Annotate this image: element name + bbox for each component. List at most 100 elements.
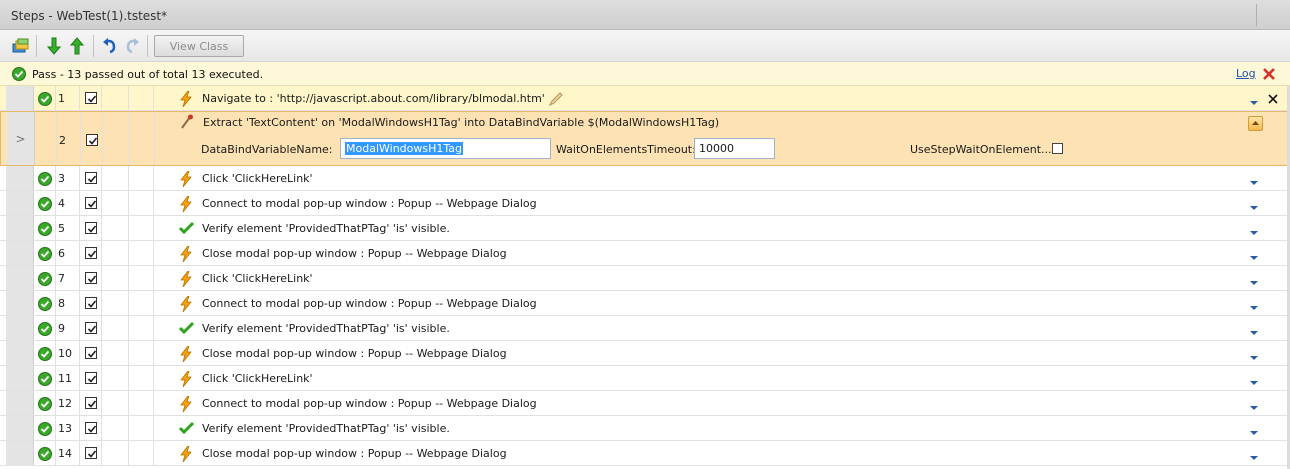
step-row[interactable]: 14 Close modal pop-up window : Popup -- W… — [0, 441, 1288, 466]
step-row[interactable]: 10 Close modal pop-up window : Popup -- W… — [0, 341, 1288, 366]
row-selector[interactable] — [6, 191, 34, 215]
step-row[interactable]: 4 Connect to modal pop-up window : Popup … — [0, 191, 1288, 216]
step-enabled-checkbox[interactable] — [85, 322, 97, 334]
lightning-icon — [179, 245, 193, 265]
layers-button[interactable] — [11, 36, 31, 56]
chevron-down-icon[interactable] — [1250, 201, 1258, 210]
lightning-icon — [179, 395, 193, 415]
lightning-icon — [179, 345, 193, 365]
window-title: Steps - WebTest(1).tstest* — [11, 9, 168, 23]
pass-icon — [38, 447, 52, 464]
step-enabled-checkbox[interactable] — [85, 297, 97, 309]
step-number: 11 — [58, 372, 72, 385]
move-up-button[interactable] — [67, 36, 87, 56]
pass-icon — [38, 297, 52, 314]
step-enabled-checkbox[interactable] — [85, 422, 97, 434]
chevron-down-icon[interactable] — [1250, 401, 1258, 410]
step-description: Verify element 'ProvidedThatPTag' 'is' v… — [202, 322, 450, 335]
column-divider — [56, 112, 57, 165]
step-enabled-checkbox[interactable] — [85, 447, 97, 459]
row-selector[interactable] — [6, 341, 34, 365]
row-selector[interactable] — [6, 241, 34, 265]
undo-button[interactable] — [100, 36, 120, 56]
chevron-down-icon[interactable] — [1250, 96, 1258, 105]
row-selector[interactable] — [6, 416, 34, 440]
column-divider — [153, 316, 154, 340]
column-divider — [101, 341, 102, 365]
toolbar-separator — [36, 35, 37, 57]
databind-variable-input[interactable]: ModalWindowsH1Tag — [340, 138, 551, 159]
chevron-down-icon[interactable] — [1250, 376, 1258, 385]
column-divider — [128, 366, 129, 390]
step-row[interactable]: 8 Connect to modal pop-up window : Popup … — [0, 291, 1288, 316]
close-icon[interactable] — [1262, 67, 1276, 81]
step-row[interactable]: 12 Connect to modal pop-up window : Popup… — [0, 391, 1288, 416]
step-row[interactable]: 3 Click 'ClickHereLink' — [0, 166, 1288, 191]
log-link[interactable]: Log — [1236, 67, 1256, 80]
step-description: Close modal pop-up window : Popup -- Web… — [202, 347, 507, 360]
step-enabled-checkbox[interactable] — [85, 397, 97, 409]
chevron-down-icon[interactable] — [1250, 226, 1258, 235]
step-enabled-checkbox[interactable] — [86, 134, 98, 146]
column-divider — [101, 441, 102, 465]
step-row[interactable]: 5 Verify element 'ProvidedThatPTag' 'is' … — [0, 216, 1288, 241]
move-down-button[interactable] — [44, 36, 64, 56]
column-divider — [129, 112, 130, 165]
step-enabled-checkbox[interactable] — [85, 197, 97, 209]
row-selector[interactable]: > — [7, 112, 35, 165]
row-selector[interactable] — [6, 441, 34, 465]
chevron-down-icon[interactable] — [1250, 351, 1258, 360]
row-selector[interactable] — [6, 391, 34, 415]
pass-icon — [38, 322, 52, 339]
timeout-input[interactable]: 10000 — [694, 138, 775, 159]
step-row[interactable]: 11 Click 'ClickHereLink' — [0, 366, 1288, 391]
chevron-down-icon[interactable] — [1250, 276, 1258, 285]
step-enabled-checkbox[interactable] — [85, 272, 97, 284]
row-selector[interactable] — [6, 291, 34, 315]
window-titlebar: Steps - WebTest(1).tstest* — [0, 0, 1290, 30]
step-row[interactable]: 9 Verify element 'ProvidedThatPTag' 'is' … — [0, 316, 1288, 341]
step-number: 7 — [58, 272, 65, 285]
column-divider — [55, 266, 56, 290]
step-row[interactable]: 13 Verify element 'ProvidedThatPTag' 'is'… — [0, 416, 1288, 441]
column-divider — [153, 86, 154, 110]
step-enabled-checkbox[interactable] — [85, 247, 97, 259]
arrow-up-icon — [70, 37, 84, 55]
chevron-down-icon[interactable] — [1250, 451, 1258, 460]
redo-button[interactable] — [122, 36, 142, 56]
step-enabled-checkbox[interactable] — [85, 172, 97, 184]
pass-icon — [38, 197, 52, 214]
lightning-icon — [179, 170, 193, 190]
chevron-down-icon[interactable] — [1250, 251, 1258, 260]
step-description: Click 'ClickHereLink' — [202, 272, 313, 285]
column-divider — [55, 191, 56, 215]
column-divider — [153, 441, 154, 465]
step-row[interactable]: 6 Close modal pop-up window : Popup -- We… — [0, 241, 1288, 266]
step-row[interactable]: 7 Click 'ClickHereLink' — [0, 266, 1288, 291]
step-row[interactable]: 1 Navigate to : 'http://javascript.about.… — [0, 86, 1288, 111]
chevron-down-icon[interactable] — [1250, 301, 1258, 310]
step-description: Close modal pop-up window : Popup -- Web… — [202, 247, 507, 260]
chevron-down-icon[interactable] — [1250, 176, 1258, 185]
chevron-down-icon[interactable] — [1250, 326, 1258, 335]
collapse-button[interactable] — [1248, 116, 1263, 131]
view-class-button[interactable]: View Class — [154, 35, 244, 57]
usestep-checkbox[interactable] — [1052, 143, 1063, 154]
row-selector[interactable] — [6, 86, 34, 110]
chevron-down-icon[interactable] — [1250, 426, 1258, 435]
step-number: 3 — [58, 172, 65, 185]
row-selector[interactable] — [6, 266, 34, 290]
step-row[interactable]: >2 Extract 'TextContent' on 'ModalWindows… — [0, 111, 1288, 166]
row-selector[interactable] — [6, 316, 34, 340]
row-selector[interactable] — [6, 216, 34, 240]
step-enabled-checkbox[interactable] — [85, 222, 97, 234]
databind-label: DataBindVariableName: — [201, 143, 333, 156]
row-selector[interactable] — [6, 366, 34, 390]
edit-pencil-icon[interactable] — [548, 91, 564, 107]
step-enabled-checkbox[interactable] — [85, 372, 97, 384]
step-enabled-checkbox[interactable] — [85, 347, 97, 359]
close-icon[interactable] — [1268, 94, 1278, 104]
pass-icon — [38, 172, 52, 189]
step-enabled-checkbox[interactable] — [85, 92, 97, 104]
row-selector[interactable] — [6, 166, 34, 190]
